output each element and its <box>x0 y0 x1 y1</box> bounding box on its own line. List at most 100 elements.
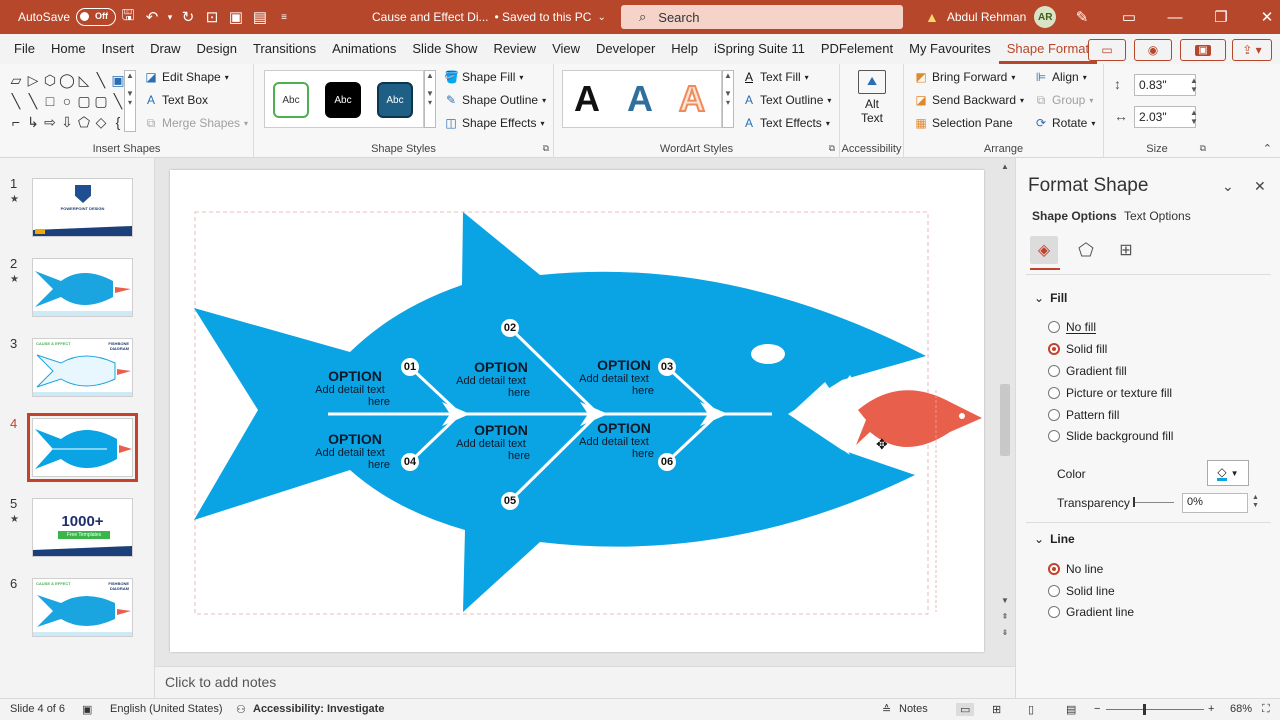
option-block-06[interactable]: OPTION Add detail text here <box>564 420 654 460</box>
tab-file[interactable]: File <box>6 34 43 64</box>
tab-design[interactable]: Design <box>189 34 245 64</box>
ribbon-display-icon[interactable]: ▭ <box>1106 8 1152 26</box>
right-triangle-shape-icon[interactable]: ◺ <box>79 72 90 89</box>
align-button[interactable]: ⊫ Align ▾ <box>1034 70 1087 84</box>
slide-thumbnail-2[interactable] <box>32 258 133 317</box>
width-field[interactable]: 2.03" <box>1134 106 1196 128</box>
slideshow-view-icon[interactable]: ▤ <box>1066 703 1076 716</box>
shape-fill-button[interactable]: 🪣 Shape Fill ▾ <box>444 70 523 84</box>
rotate-button[interactable]: ⟳ Rotate ▾ <box>1034 116 1095 130</box>
save-icon[interactable]: 🖫 <box>116 5 140 29</box>
styles-gallery-scroll[interactable]: ▲ ▼ ▾ <box>424 70 436 128</box>
reading-view-icon[interactable]: ▯ <box>1028 703 1034 716</box>
transparency-spinner[interactable]: ▲ ▼ <box>1252 494 1259 510</box>
effects-pentagon-icon[interactable]: ⬠ <box>1072 236 1100 264</box>
radio-picture-fill[interactable]: Picture or texture fill <box>1048 386 1172 400</box>
zoom-in-icon[interactable]: + <box>1208 703 1214 715</box>
autosave-toggle[interactable]: Off <box>76 8 117 26</box>
slide-thumbnail-1[interactable]: POWERPOINT DESIGN <box>32 178 133 237</box>
size-properties-icon[interactable]: ⊞ <box>1112 236 1140 264</box>
arrow-shape-icon[interactable]: ⇩ <box>61 114 73 131</box>
tab-animations[interactable]: Animations <box>324 34 404 64</box>
avatar[interactable]: AR <box>1034 6 1057 28</box>
option-block-05[interactable]: OPTION Add detail text here <box>442 422 530 462</box>
tab-draw[interactable]: Draw <box>142 34 188 64</box>
shape-outline-button[interactable]: ✎ Shape Outline ▾ <box>444 93 546 107</box>
collapse-ribbon-icon[interactable]: ⌃ <box>1263 142 1272 155</box>
scroll-down-icon[interactable]: ▼ <box>999 596 1011 608</box>
pane-options-chevron-icon[interactable]: ⌄ <box>1222 178 1234 195</box>
language[interactable]: English (United States) <box>110 703 223 715</box>
undo-dropdown-icon[interactable]: ▾ <box>164 5 176 29</box>
restore-icon[interactable]: ❐ <box>1198 8 1244 26</box>
textbox-shape-icon[interactable]: ▣ <box>111 72 124 89</box>
radio-gradient-line[interactable]: Gradient line <box>1048 605 1134 619</box>
warning-icon[interactable]: ▲ <box>925 9 939 25</box>
close-icon[interactable]: ✕ <box>1244 8 1280 26</box>
text-effects-button[interactable]: A Text Effects ▾ <box>742 116 830 130</box>
option-block-02[interactable]: OPTION Add detail text here <box>442 359 530 399</box>
slide-thumbnail-5[interactable]: 1000+ Free Templates <box>32 498 133 557</box>
accessibility-icon[interactable]: ⚇ <box>236 703 246 716</box>
arrow-shape-icon[interactable]: ⇨ <box>44 114 56 131</box>
merge-shapes-button[interactable]: ⧉ Merge Shapes ▾ <box>144 116 248 130</box>
width-spinner[interactable]: ▲ ▼ <box>1190 108 1198 126</box>
tab-review[interactable]: Review <box>485 34 544 64</box>
text-box-button[interactable]: A Text Box <box>144 93 208 107</box>
tab-ispring[interactable]: iSpring Suite 11 <box>706 34 813 64</box>
line-shape-icon[interactable]: ╲ <box>29 93 37 110</box>
transparency-slider-handle[interactable] <box>1133 497 1135 507</box>
zoom-slider-handle[interactable] <box>1143 704 1146 715</box>
pen-icon[interactable]: ✎ <box>1070 5 1094 29</box>
option-block-03[interactable]: OPTION Add detail text here <box>564 357 654 397</box>
picture-icon[interactable]: ▣ <box>224 5 248 29</box>
record-button[interactable]: ◉ <box>1134 39 1172 61</box>
transparency-slider[interactable] <box>1134 502 1174 503</box>
tab-transitions[interactable]: Transitions <box>245 34 324 64</box>
rectangle-shape-icon[interactable]: ▱ <box>11 72 22 89</box>
next-slide-icon[interactable]: ⇟ <box>999 628 1011 640</box>
shape-effects-button[interactable]: ◫ Shape Effects ▾ <box>444 116 544 130</box>
brace-shape-icon[interactable]: { <box>116 114 121 130</box>
scroll-thumb[interactable] <box>1000 384 1010 456</box>
tab-pdfelement[interactable]: PDFelement <box>813 34 901 64</box>
selection-pane-button[interactable]: ▦ Selection Pane <box>914 116 1012 130</box>
tab-help[interactable]: Help <box>663 34 706 64</box>
notes-pane[interactable]: Click to add notes <box>155 666 1015 698</box>
previous-slide-icon[interactable]: ⇞ <box>999 612 1011 624</box>
close-icon[interactable]: ✕ <box>1254 178 1266 195</box>
alt-text-button[interactable]: ⛰ Alt Text <box>852 70 892 125</box>
slide-info[interactable]: Slide 4 of 6 <box>10 703 65 715</box>
zoom-level[interactable]: 68% <box>1230 703 1252 715</box>
slide-thumbnail-6[interactable]: CAUSE & EFFECT FISHBONE DIAGRAM <box>32 578 133 637</box>
wordart-gallery-scroll[interactable]: ▲ ▼ ▾ <box>722 70 734 128</box>
slide-thumbnail-4[interactable] <box>27 413 138 482</box>
connector-shape-icon[interactable]: ↳ <box>27 114 39 131</box>
slide-thumbnail-3[interactable]: CAUSE & EFFECT FISHBONE DIAGRAM <box>32 338 133 397</box>
rounded-rect-shape-icon[interactable]: ▢ <box>94 93 107 110</box>
freeform-shape-icon[interactable]: ◇ <box>96 114 107 131</box>
present-icon[interactable]: ⊡ <box>200 5 224 29</box>
fill-section-header[interactable]: ⌄ Fill <box>1034 291 1067 305</box>
comments-button[interactable]: ▭ <box>1088 39 1126 61</box>
connector-shape-icon[interactable]: ⌐ <box>12 114 20 130</box>
radio-pattern-fill[interactable]: Pattern fill <box>1048 408 1119 422</box>
tab-shape-options[interactable]: Shape Options <box>1032 209 1117 223</box>
shapes-gallery-scroll[interactable]: ▲ ▼ ▾ <box>124 70 136 132</box>
tab-view[interactable]: View <box>544 34 588 64</box>
undo-icon[interactable]: ↶ <box>140 5 164 29</box>
square-shape-icon[interactable]: □ <box>46 93 54 109</box>
text-fill-button[interactable]: A Text Fill ▾ <box>742 70 809 84</box>
autosave[interactable]: AutoSave Off <box>18 0 117 34</box>
radio-gradient-fill[interactable]: Gradient fill <box>1048 364 1127 378</box>
wordart-blue[interactable]: A <box>627 78 653 120</box>
document-title[interactable]: Cause and Effect Di... • Saved to this P… <box>372 0 606 34</box>
radio-no-fill[interactable]: No fill <box>1048 320 1096 334</box>
wordart-orange-outline[interactable]: A <box>678 77 706 120</box>
slide-scrollbar[interactable]: ▲ ▼ ⇞ ⇟ <box>997 162 1013 642</box>
scroll-up-icon[interactable]: ▲ <box>999 162 1011 174</box>
radio-slide-background-fill[interactable]: Slide background fill <box>1048 429 1173 443</box>
send-backward-button[interactable]: ◪ Send Backward ▾ <box>914 93 1024 107</box>
tab-shape-format[interactable]: Shape Format <box>998 34 1098 64</box>
slide[interactable]: 01 02 03 04 05 06 OPTION Add detail text… <box>170 170 984 652</box>
